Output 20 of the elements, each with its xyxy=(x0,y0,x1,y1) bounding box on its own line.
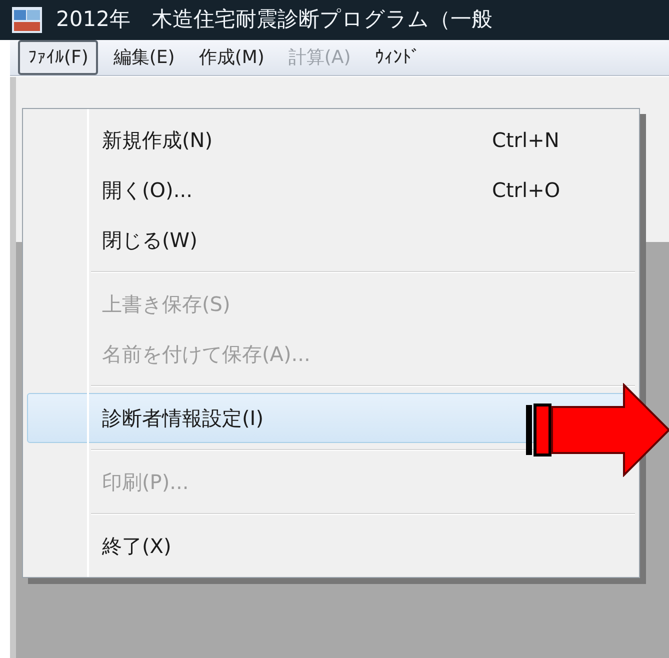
menu-item[interactable]: 閉じる(W) xyxy=(27,215,635,265)
menu-item[interactable]: 編集(E) xyxy=(104,41,184,74)
shortcut-text: Ctrl+N xyxy=(492,127,560,154)
menu-item[interactable]: 新規作成(N) Ctrl+N xyxy=(27,115,635,165)
menu-item-label: 印刷(P)... xyxy=(102,469,189,496)
menu-item-label: 名前を付けて保存(A)... xyxy=(102,341,310,368)
menu-item[interactable]: 作成(M) xyxy=(190,41,274,74)
menu-item[interactable]: ﾌｧｲﾙ(F) xyxy=(18,40,98,75)
shortcut-text: Ctrl+O xyxy=(492,177,562,204)
menu-item-label: 新規作成(N) xyxy=(102,127,213,154)
menu-item-label: 診断者情報設定(I) xyxy=(102,405,264,432)
app-icon xyxy=(12,7,42,33)
menu-item[interactable]: 開く(O)... Ctrl+O xyxy=(27,165,635,215)
menu-item-label: 終了(X) xyxy=(102,533,172,560)
menu-item[interactable]: ｳｨﾝﾄﾞ xyxy=(366,41,429,74)
window-title: 2012年 木造住宅耐震診断プログラム（一般 xyxy=(56,6,492,34)
menu-item-label: 開く(O)... xyxy=(102,177,192,204)
menu-item[interactable]: 終了(X) xyxy=(27,521,635,571)
menu-item-label: 閉じる(W) xyxy=(102,227,198,254)
menu-item-label: 上書き保存(S) xyxy=(102,291,230,318)
